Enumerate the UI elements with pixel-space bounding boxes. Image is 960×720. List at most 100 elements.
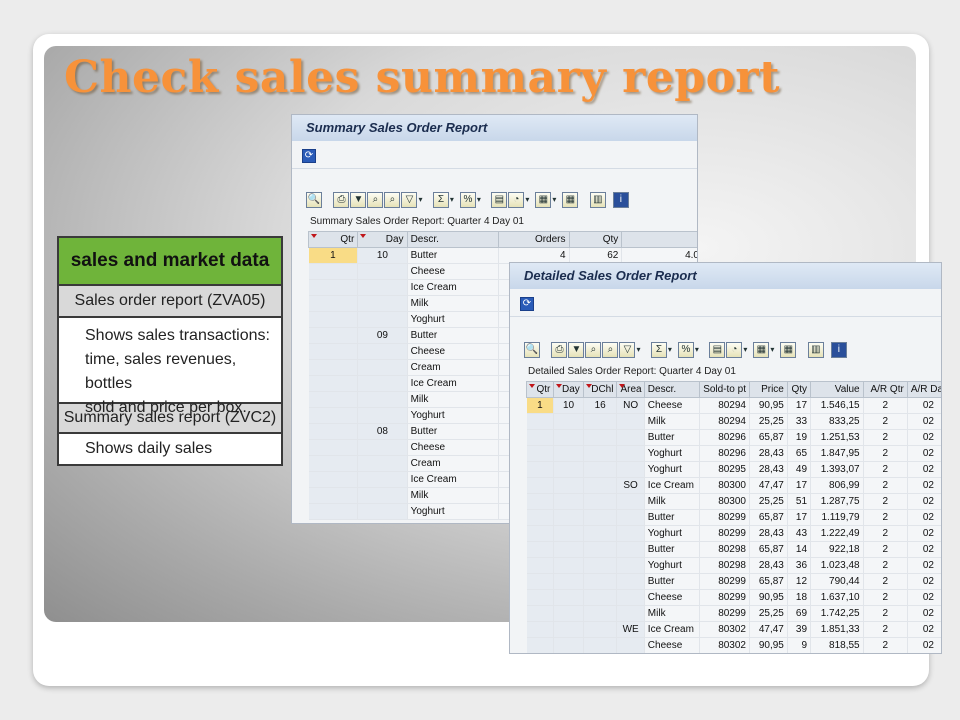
column-header[interactable]: A/R Day [906,381,941,398]
details-icon[interactable]: 🔍 [524,342,540,358]
table-cell: 19 [787,429,812,446]
report-heading: Summary Sales Order Report: Quarter 4 Da… [310,216,524,227]
chevron-down-icon[interactable]: ▾ [552,192,558,208]
column-header[interactable]: Value [810,381,864,398]
chevron-down-icon[interactable]: ▾ [418,192,424,208]
set-filter-icon[interactable]: ▽ [401,192,418,208]
sum-icon[interactable]: Σ [650,342,667,358]
subtotal-icon[interactable]: % [459,192,476,208]
layout-icon[interactable]: ▥ [589,192,606,208]
chevron-down-icon[interactable]: ▾ [695,342,701,358]
table-row[interactable]: Butter 80299 65,87 12 790,44 2 02 [526,573,941,590]
table-cell: 16 [583,397,618,414]
table-cell [526,429,555,446]
column-header[interactable]: Day [553,381,584,398]
table-row[interactable]: Milk 80294 25,25 33 833,25 2 02 [526,413,941,430]
column-header[interactable]: Sold-to pt [698,381,750,398]
sum-icon[interactable]: Σ [432,192,449,208]
table-row[interactable]: Yoghurt 80298 28,43 36 1.023,48 2 02 [526,557,941,574]
table-row[interactable]: WE Ice Cream 80302 47,47 39 1.851,33 2 02 [526,621,941,638]
table-cell [357,263,408,280]
table-row[interactable]: 1 10 16 NO Cheese 80294 90,95 17 1.546,15 2 02 [526,397,941,414]
table-cell: 2 [863,589,908,606]
refresh-icon[interactable]: ⟳ [520,297,534,311]
table-row[interactable]: Butter 80296 65,87 19 1.251,53 2 02 [526,429,941,446]
chevron-down-icon[interactable]: ▾ [525,192,531,208]
chevron-down-icon[interactable]: ▾ [450,192,456,208]
table-cell [583,573,618,590]
export-icon[interactable]: ▤ [709,342,726,358]
column-header[interactable]: Area [616,381,645,398]
table-cell [616,429,645,446]
column-header[interactable]: Qtr [307,231,359,248]
info-icon[interactable]: i [612,192,629,208]
column-header[interactable]: Qty [786,381,812,398]
grid-icon[interactable]: ▦ [780,342,797,358]
column-header[interactable]: DChl [582,381,618,398]
column-header[interactable]: A/R Qtr [862,381,908,398]
window-title: Summary Sales Order Report [292,115,697,141]
table-cell: 1.637,10 [810,589,864,606]
find-next-icon[interactable]: ⌕ [602,342,619,358]
table-cell [553,477,584,494]
excel-icon[interactable]: ▦ [535,192,552,208]
info-box-report2-title: Summary sales report (ZVC2) [59,404,281,434]
table-cell: 2 [863,573,908,590]
subtotal-icon[interactable]: % [677,342,694,358]
table-row[interactable]: Yoghurt 80295 28,43 49 1.393,07 2 02 [526,461,941,478]
graphic-icon[interactable]: ◔ [726,342,743,358]
refresh-icon[interactable]: ⟳ [302,149,316,163]
filter-icon[interactable]: ▼ [350,192,367,208]
table-row[interactable]: Yoghurt 80296 28,43 65 1.847,95 2 02 [526,445,941,462]
table-cell: 1.287,75 [810,493,864,510]
chevron-down-icon[interactable]: ▾ [477,192,483,208]
column-header[interactable]: Qty [568,231,623,248]
table-row[interactable]: Milk 80300 25,25 51 1.287,75 2 02 [526,493,941,510]
details-icon[interactable]: 🔍 [306,192,322,208]
find-next-icon[interactable]: ⌕ [384,192,401,208]
chevron-down-icon[interactable]: ▾ [770,342,776,358]
table-row[interactable]: Butter 80298 65,87 14 922,18 2 02 [526,541,941,558]
find-icon[interactable]: ⌕ [367,192,384,208]
column-header[interactable]: Descr. [406,231,500,248]
column-header[interactable]: Orders [498,231,570,248]
column-header[interactable]: Value [621,231,697,248]
chevron-down-icon[interactable]: ▾ [743,342,749,358]
table-cell: 28,43 [749,445,788,462]
export-icon[interactable]: ▤ [491,192,508,208]
alv-toolbar: 🔍 ⎙ ▼ ⌕ ⌕ ▽ ▾ Σ ▾% ▾ ▤ ◔ ▾ ▦ ▾ ▦ ▥ i [292,189,697,213]
table-cell [583,621,618,638]
table-row[interactable]: SO Ice Cream 80300 47,47 17 806,99 2 02 [526,477,941,494]
table-cell [583,477,618,494]
table-row[interactable]: Milk8030225,25471.186,75202 [527,654,943,655]
table-cell: 80299 [699,573,750,590]
column-header[interactable]: Price [749,381,788,398]
table-cell [616,637,645,653]
print-icon[interactable]: ⎙ [333,192,350,208]
chevron-down-icon[interactable]: ▾ [636,342,642,358]
column-header[interactable]: Day [357,231,408,248]
table-cell: 2 [863,461,908,478]
table-cell: 80298 [699,557,750,574]
info-icon[interactable]: i [830,342,847,358]
column-header[interactable]: Descr. [643,381,700,398]
detail-table: Qtr Day DChl Area Descr. Sold-to pt Price Qty Va… [525,381,943,655]
table-row[interactable]: Cheese 80302 90,95 9 818,55 2 02 [526,637,941,653]
graphic-icon[interactable]: ◔ [508,192,525,208]
table-row[interactable]: Butter 80299 65,87 17 1.119,79 2 02 [526,509,941,526]
layout-icon[interactable]: ▥ [807,342,824,358]
filter-icon[interactable]: ▼ [568,342,585,358]
column-header[interactable]: Qtr [525,381,555,398]
set-filter-icon[interactable]: ▽ [619,342,636,358]
table-row[interactable]: Milk 80299 25,25 69 1.742,25 2 02 [526,605,941,622]
table-cell [553,461,584,478]
table-cell [357,487,408,504]
excel-icon[interactable]: ▦ [753,342,770,358]
chevron-down-icon[interactable]: ▾ [668,342,674,358]
print-icon[interactable]: ⎙ [551,342,568,358]
find-icon[interactable]: ⌕ [585,342,602,358]
table-cell [583,413,618,430]
table-row[interactable]: Cheese 80299 90,95 18 1.637,10 2 02 [526,589,941,606]
grid-icon[interactable]: ▦ [562,192,579,208]
table-row[interactable]: Yoghurt 80299 28,43 43 1.222,49 2 02 [526,525,941,542]
